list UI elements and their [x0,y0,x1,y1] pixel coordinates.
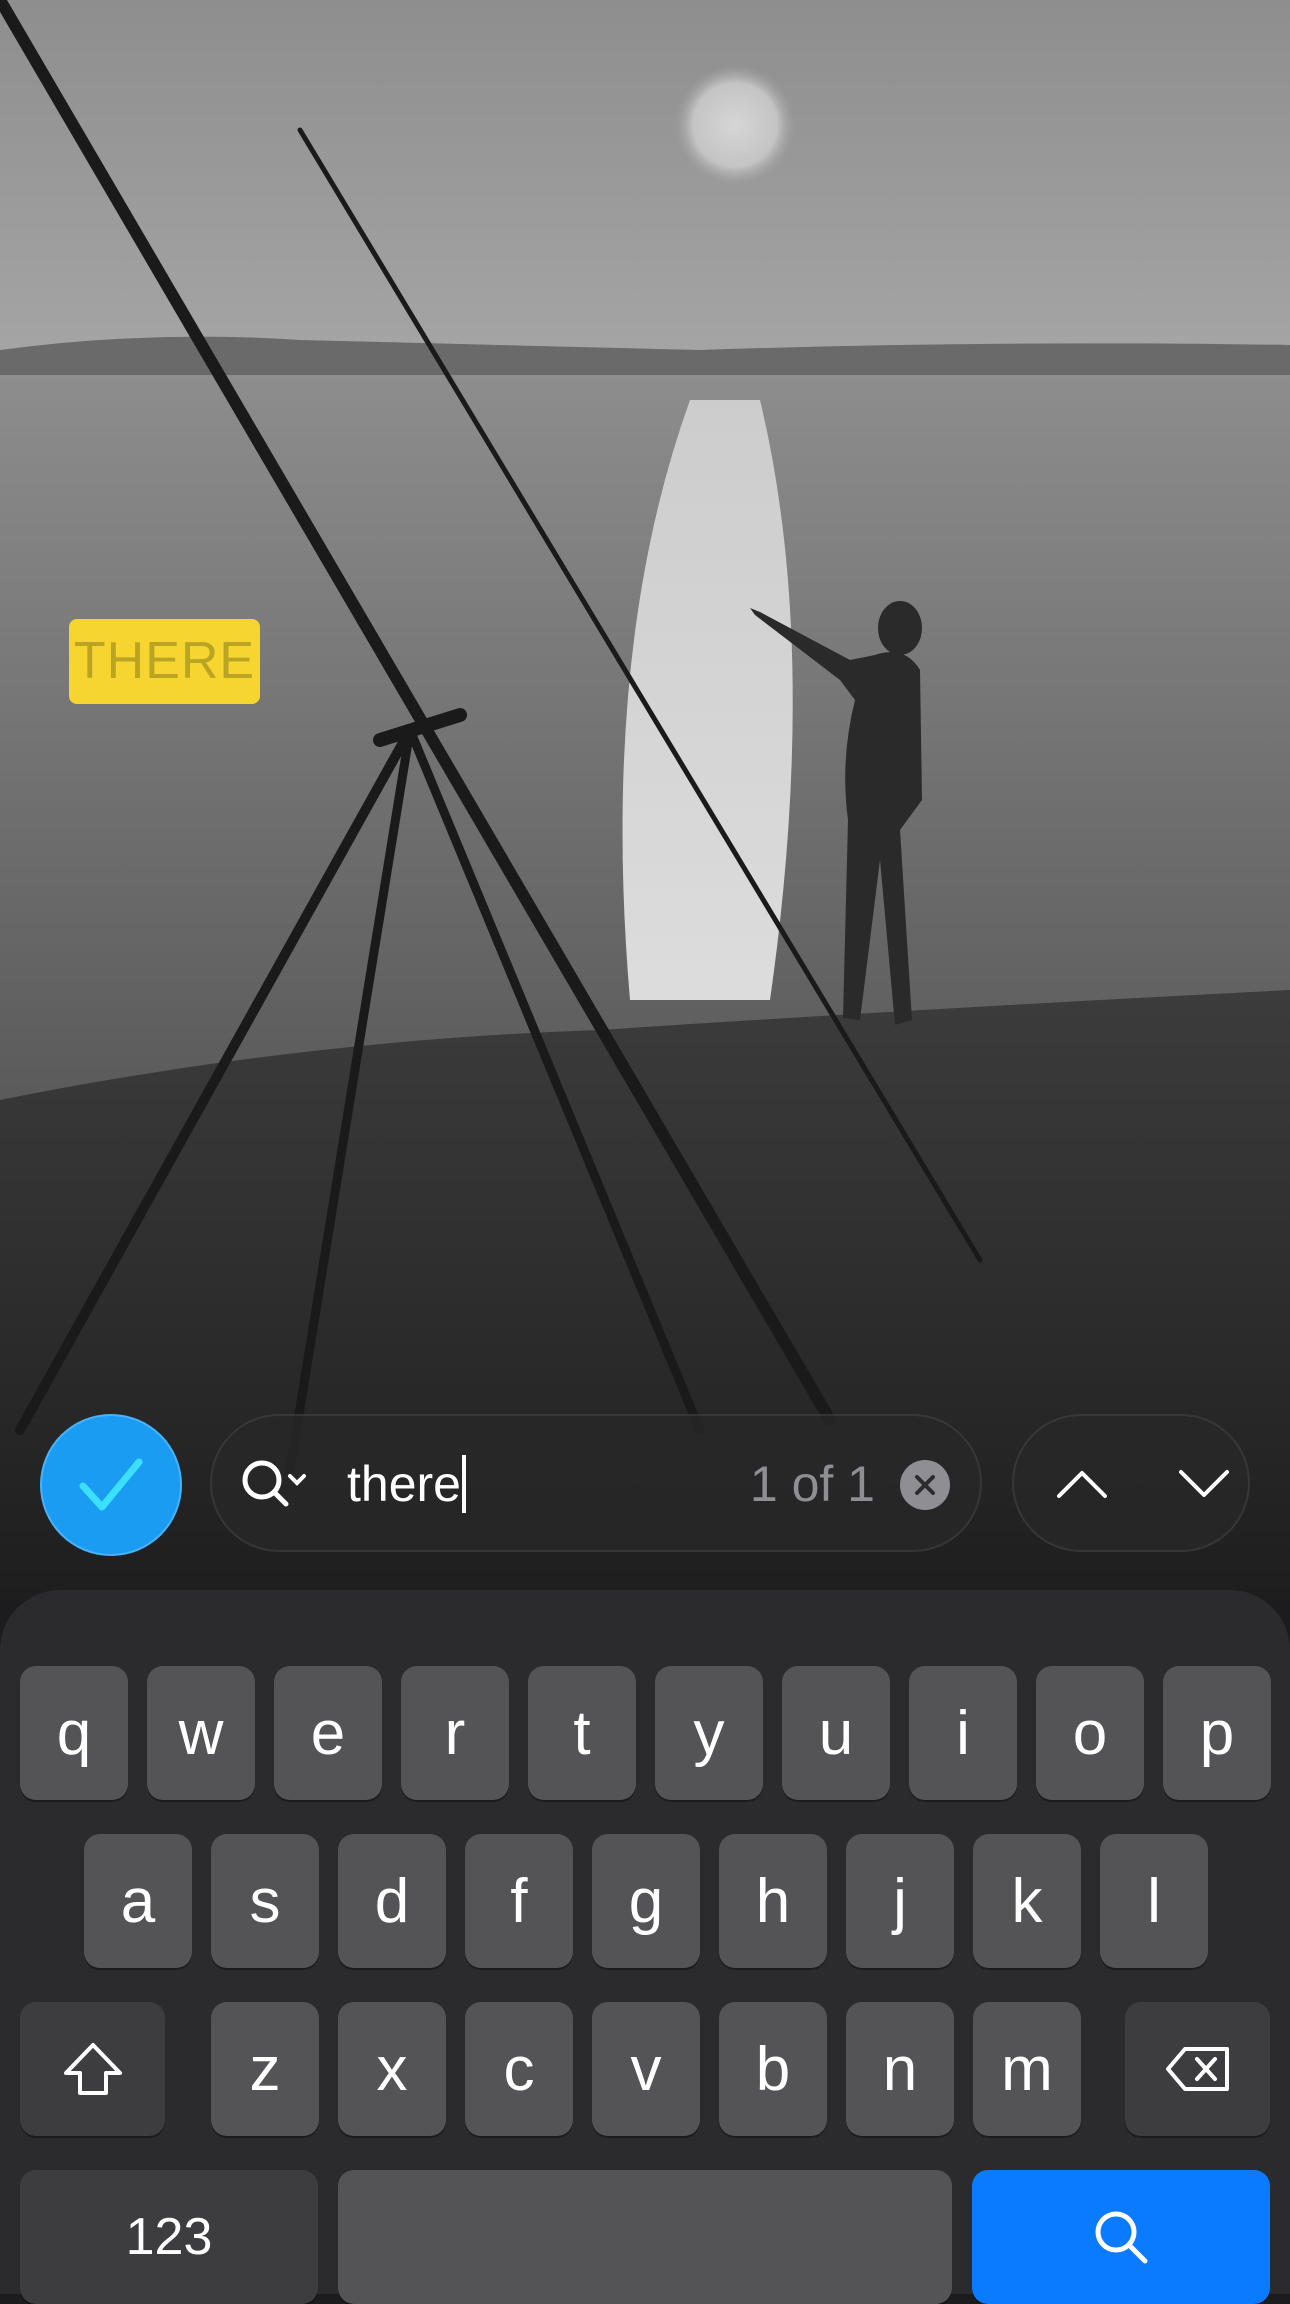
key-q[interactable]: q [20,1666,128,1800]
key-i[interactable]: i [909,1666,1017,1800]
key-u[interactable]: u [782,1666,890,1800]
delete-icon [1165,2047,1229,2091]
key-p[interactable]: p [1163,1666,1271,1800]
key-k[interactable]: k [973,1834,1081,1968]
key-r[interactable]: r [401,1666,509,1800]
chevron-down-icon[interactable] [1164,1444,1244,1524]
shift-icon [63,2043,122,2095]
key-d[interactable]: d [338,1834,446,1968]
key-z[interactable]: z [211,2002,319,2136]
key-j[interactable]: j [846,1834,954,1968]
text-cursor [461,1455,466,1513]
key-h[interactable]: h [719,1834,827,1968]
key-n[interactable]: n [846,2002,954,2136]
checkmark-icon [79,1458,143,1511]
match-count: 1 of 1 [749,1456,875,1512]
keyboard: q w e r t y u i o p a s d f g h j k l z … [0,1590,1290,2304]
chevron-up-icon[interactable] [1042,1444,1122,1524]
key-x[interactable]: x [338,2002,446,2136]
key-o[interactable]: o [1036,1666,1144,1800]
search-icon [1095,2211,1148,2264]
shift-key[interactable] [20,2002,165,2136]
key-l[interactable]: l [1100,1834,1208,1968]
space-key[interactable] [338,2170,952,2304]
key-m[interactable]: m [973,2002,1081,2136]
key-s[interactable]: s [211,1834,319,1968]
key-c[interactable]: c [465,2002,573,2136]
key-b[interactable]: b [719,2002,827,2136]
find-query-text[interactable]: there [347,1444,466,1524]
key-w[interactable]: w [147,1666,255,1800]
clear-icon[interactable] [900,1460,950,1510]
search-key[interactable] [972,2170,1270,2304]
key-y[interactable]: y [655,1666,763,1800]
key-g[interactable]: g [592,1834,700,1968]
key-v[interactable]: v [592,2002,700,2136]
search-match-highlight: THERE [69,619,260,704]
query-value: there [347,1456,461,1512]
numbers-key[interactable]: 123 [20,2170,318,2304]
search-options-icon[interactable] [238,1456,318,1517]
find-search-field[interactable]: there 1 of 1 [210,1414,982,1552]
match-navigation [1012,1414,1250,1552]
key-t[interactable]: t [528,1666,636,1800]
key-a[interactable]: a [84,1834,192,1968]
key-e[interactable]: e [274,1666,382,1800]
done-button[interactable] [40,1414,182,1556]
delete-key[interactable] [1125,2002,1270,2136]
key-f[interactable]: f [465,1834,573,1968]
